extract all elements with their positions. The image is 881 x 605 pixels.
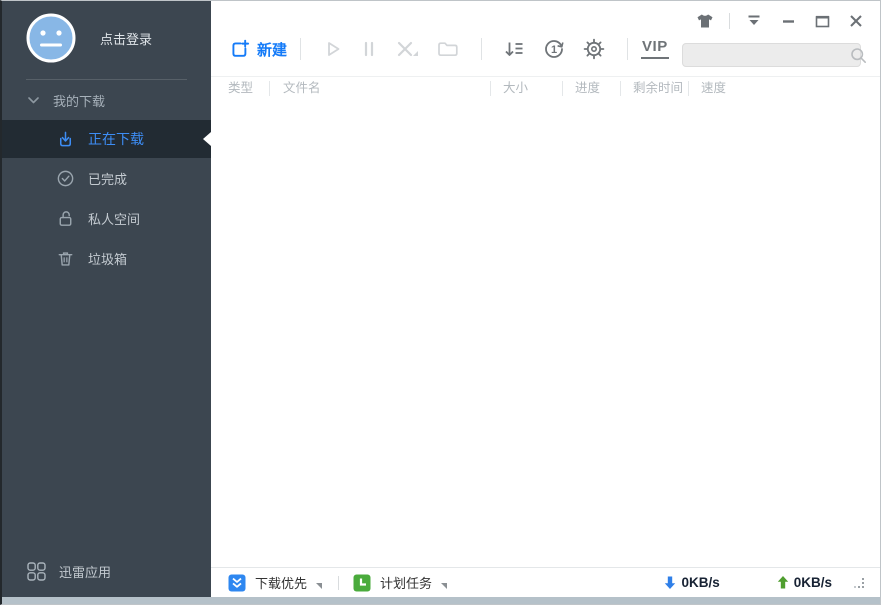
titlebar-divider	[729, 13, 730, 29]
sidebar-item-label: 正在下载	[88, 129, 144, 149]
download-priority-icon	[228, 574, 246, 592]
close-icon	[850, 15, 862, 27]
pause-icon	[360, 38, 378, 60]
task-list-header: 类型 文件名 大小 进度 剩余时间 速度	[211, 76, 880, 99]
start-task-button[interactable]	[314, 38, 352, 60]
chevron-down-icon	[28, 97, 39, 104]
sidebar-nav: 正在下载 已完成 私人空间	[2, 120, 211, 278]
upload-speed: 0KB/s	[776, 575, 832, 590]
search-icon[interactable]	[850, 47, 867, 64]
apps-grid-icon	[26, 561, 47, 582]
sidebar-item-completed[interactable]: 已完成	[2, 158, 211, 198]
toolbar-divider	[300, 38, 301, 60]
upload-speed-value: 0KB/s	[794, 575, 832, 590]
new-task-label: 新建	[257, 39, 287, 60]
upload-arrow-icon	[776, 575, 790, 590]
new-task-icon	[229, 39, 250, 60]
close-button[interactable]	[846, 11, 866, 31]
toolbar: 新建	[229, 37, 669, 61]
download-arrow-icon	[663, 575, 677, 590]
download-priority-label: 下载优先	[255, 573, 307, 592]
window-bottom-edge	[2, 597, 880, 604]
check-circle-icon	[56, 169, 75, 188]
app-window: 点击登录 我的下载 正在下载	[0, 0, 881, 605]
status-bar: 下载优先 计划任务 0KB/s	[211, 567, 880, 597]
toolbar-divider	[481, 38, 482, 60]
new-task-button[interactable]: 新建	[229, 39, 287, 60]
sidebar-section-label: 我的下载	[53, 91, 105, 110]
pause-task-button[interactable]	[352, 38, 386, 60]
minimize-to-tray-button[interactable]	[744, 11, 764, 31]
column-header-size[interactable]: 大小	[490, 81, 562, 96]
trash-icon	[56, 249, 75, 268]
sidebar: 点击登录 我的下载 正在下载	[2, 1, 211, 597]
sidebar-item-thunder-apps[interactable]: 迅雷应用	[2, 545, 211, 597]
gear-icon	[582, 37, 606, 61]
delete-dropdown-arrow	[413, 51, 418, 56]
svg-text:1: 1	[551, 44, 557, 56]
vip-button[interactable]: VIP	[641, 39, 669, 59]
sidebar-item-downloading[interactable]: 正在下载	[2, 120, 211, 158]
dropdown-caret-icon	[316, 583, 322, 589]
statusbar-divider	[338, 576, 339, 590]
column-header-type[interactable]: 类型	[211, 81, 269, 96]
toolbar-divider	[627, 38, 628, 60]
sidebar-item-label: 垃圾箱	[88, 249, 127, 268]
download-priority-toggle[interactable]: 下载优先	[228, 573, 322, 592]
column-header-speed[interactable]: 速度	[688, 81, 880, 96]
settings-button[interactable]	[574, 37, 614, 61]
window-controls	[695, 11, 866, 31]
minimize-button[interactable]	[778, 11, 798, 31]
one-click-button[interactable]: 1	[534, 37, 574, 61]
sidebar-item-private-space[interactable]: 私人空间	[2, 198, 211, 238]
download-speed-value: 0KB/s	[681, 575, 719, 590]
tray-arrow-icon	[747, 15, 761, 27]
minimize-icon	[782, 15, 795, 27]
sort-icon	[503, 38, 526, 60]
delete-x-icon	[394, 38, 420, 60]
sidebar-section-my-downloads[interactable]: 我的下载	[2, 80, 211, 120]
tshirt-icon	[696, 13, 714, 29]
sidebar-footer-label: 迅雷应用	[59, 562, 111, 581]
scheduled-tasks-toggle[interactable]: 计划任务	[353, 573, 447, 592]
search-input[interactable]	[683, 48, 850, 62]
column-header-remaining[interactable]: 剩余时间	[620, 81, 688, 96]
play-icon	[322, 38, 344, 60]
search-box	[682, 43, 861, 67]
sidebar-item-label: 已完成	[88, 169, 127, 188]
dropdown-caret-icon	[441, 583, 447, 589]
sidebar-item-label: 私人空间	[88, 209, 140, 228]
resize-grip[interactable]	[854, 578, 864, 588]
avatar[interactable]	[26, 13, 76, 63]
download-icon	[56, 130, 75, 149]
folder-icon	[436, 38, 460, 60]
login-area[interactable]: 点击登录	[2, 1, 211, 73]
maximize-button[interactable]	[812, 11, 832, 31]
open-folder-button[interactable]	[428, 38, 468, 60]
scheduled-tasks-label: 计划任务	[380, 573, 432, 592]
selected-notch	[203, 132, 211, 146]
delete-task-button[interactable]	[386, 38, 428, 60]
unlock-icon	[56, 209, 75, 228]
task-list-empty-area	[211, 99, 880, 567]
main-area: 新建	[211, 1, 880, 597]
sort-tasks-button[interactable]	[495, 38, 534, 60]
maximize-icon	[815, 15, 830, 28]
column-header-filename[interactable]: 文件名	[269, 81, 490, 96]
skin-theme-button[interactable]	[695, 11, 715, 31]
topbar: 新建	[211, 1, 880, 76]
login-label[interactable]: 点击登录	[100, 29, 152, 48]
download-speed: 0KB/s	[663, 575, 719, 590]
smiley-avatar-icon	[26, 13, 76, 63]
scheduled-tasks-icon	[353, 574, 371, 592]
sidebar-item-trash[interactable]: 垃圾箱	[2, 238, 211, 278]
circled-one-refresh-icon: 1	[542, 37, 566, 61]
column-header-progress[interactable]: 进度	[562, 81, 620, 96]
